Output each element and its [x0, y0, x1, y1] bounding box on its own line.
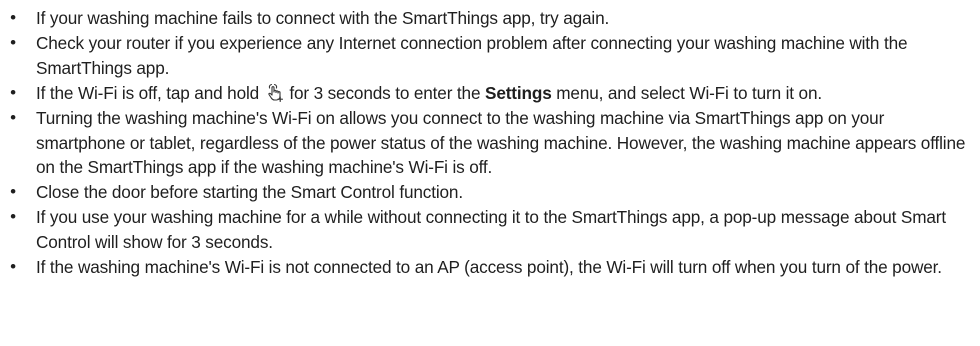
list-item: • Check your router if you experience an…	[0, 31, 980, 81]
list-item: • If the washing machine's Wi-Fi is not …	[0, 255, 980, 280]
notes-list: • If your washing machine fails to conne…	[0, 0, 980, 280]
note-text: If your washing machine fails to connect…	[36, 8, 610, 28]
note-text: Close the door before starting the Smart…	[36, 182, 463, 203]
note-text-end: menu, and select Wi-Fi to turn it on.	[556, 82, 822, 103]
hand-touch-hold-icon	[266, 83, 283, 103]
bullet: •	[10, 32, 16, 52]
bullet: •	[10, 257, 16, 277]
list-item: • Close the door before starting the Sma…	[0, 180, 980, 205]
list-item: • Turning the washing machine's Wi-Fi on…	[0, 106, 980, 181]
bullet: •	[10, 182, 16, 202]
settings-term: Settings	[485, 82, 552, 103]
note-text-before-icon: If the Wi-Fi is off, tap and hold	[36, 82, 260, 103]
note-text: If you use your washing machine for a wh…	[36, 207, 946, 253]
note-text: Turning the washing machine's Wi-Fi on a…	[36, 107, 966, 178]
note-text: Check your router if you experience any …	[36, 32, 908, 78]
bullet: •	[10, 8, 16, 27]
bullet: •	[10, 207, 16, 227]
bullet: •	[10, 107, 16, 127]
list-item: • If the Wi-Fi is off, tap and hold for …	[0, 81, 980, 106]
bullet: •	[10, 82, 16, 102]
note-text: If the washing machine's Wi-Fi is not co…	[36, 257, 942, 278]
list-item: • If your washing machine fails to conne…	[0, 6, 980, 31]
note-text-after-icon: for 3 seconds to enter the	[289, 82, 481, 103]
list-item: • If you use your washing machine for a …	[0, 205, 980, 255]
